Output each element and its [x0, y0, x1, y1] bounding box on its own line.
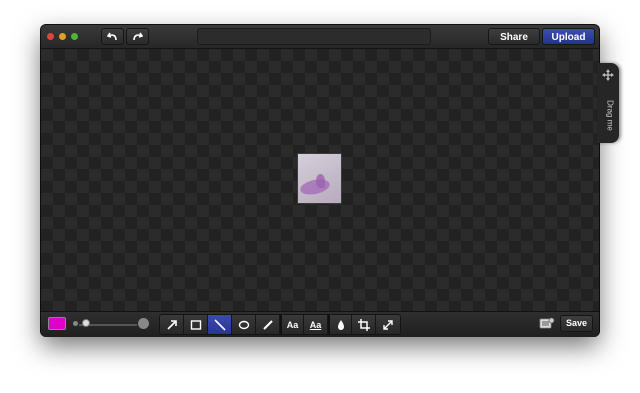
crop-icon [357, 318, 370, 331]
editing-canvas[interactable] [41, 49, 599, 311]
save-button[interactable]: Save [560, 315, 593, 332]
brush-size-handle[interactable] [81, 319, 90, 327]
zoom-window-button[interactable] [71, 33, 78, 40]
bottom-toolbar: Aa Aa Save [41, 311, 599, 337]
text-style-tool[interactable]: Aa [304, 315, 328, 334]
share-button[interactable]: Share [488, 28, 540, 45]
title-bar: Share Upload [41, 25, 599, 49]
minimize-window-button[interactable] [59, 33, 66, 40]
editor-window: Share Upload Drag me Aa Aa Save [41, 25, 619, 337]
image-content [298, 177, 332, 197]
rectangle-icon [190, 319, 201, 330]
undo-icon [107, 32, 117, 41]
redo-icon [133, 32, 143, 41]
pencil-tool[interactable] [256, 315, 280, 334]
title-field[interactable] [197, 28, 431, 45]
text-style-icon: Aa [309, 319, 322, 330]
screenshot-image[interactable] [297, 153, 342, 204]
arrow-icon [166, 319, 177, 330]
line-tool[interactable] [208, 315, 232, 334]
move-icon [602, 69, 614, 81]
image-settings-icon [539, 317, 555, 329]
drop-icon [337, 319, 344, 330]
drawing-tools: Aa Aa [159, 314, 401, 335]
brush-size-max-indicator [138, 318, 149, 329]
pencil-icon [262, 319, 273, 330]
upload-button[interactable]: Upload [542, 28, 595, 45]
resize-icon [383, 319, 393, 330]
line-icon [213, 318, 226, 331]
text-tool[interactable]: Aa [280, 315, 304, 334]
ellipse-tool[interactable] [232, 315, 256, 334]
brush-size-min-indicator [73, 321, 78, 326]
close-window-button[interactable] [47, 33, 54, 40]
drag-handle-tab[interactable]: Drag me [597, 63, 619, 143]
resize-tool[interactable] [376, 315, 400, 334]
ellipse-icon [238, 320, 249, 329]
color-swatch[interactable] [48, 317, 66, 330]
image-options-button[interactable] [539, 317, 555, 331]
drag-me-label: Drag me [605, 100, 615, 131]
image-content-detail [316, 174, 325, 188]
rectangle-tool[interactable] [184, 315, 208, 334]
undo-button[interactable] [101, 28, 124, 45]
blur-tool[interactable] [328, 315, 352, 334]
arrow-tool[interactable] [160, 315, 184, 334]
crop-tool[interactable] [352, 315, 376, 334]
text-icon: Aa [286, 319, 299, 330]
redo-button[interactable] [126, 28, 149, 45]
